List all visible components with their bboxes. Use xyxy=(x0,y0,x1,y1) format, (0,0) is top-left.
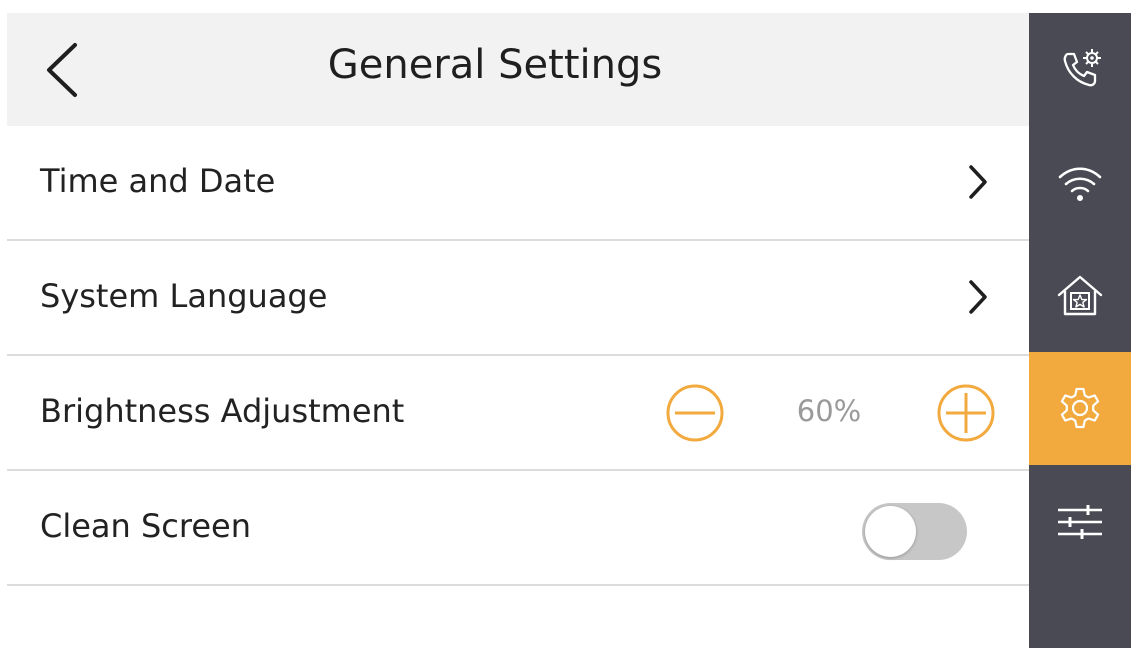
sidebar-item-settings[interactable] xyxy=(1029,352,1131,465)
sliders-icon xyxy=(1058,504,1102,539)
chevron-right-icon xyxy=(969,280,987,314)
call-settings-icon xyxy=(1063,48,1101,86)
sidebar-item-home[interactable] xyxy=(1029,239,1131,352)
brightness-value: 60% xyxy=(796,394,862,428)
sidebar-item-network[interactable] xyxy=(1029,126,1131,239)
minus-circle-icon xyxy=(666,384,724,442)
row-system-language[interactable]: System Language xyxy=(7,241,1029,356)
home-star-icon xyxy=(1057,275,1103,315)
brightness-decrease-button[interactable] xyxy=(665,383,725,443)
chevron-right-icon xyxy=(969,165,987,199)
sidebar xyxy=(1029,13,1131,648)
sidebar-item-advanced[interactable] xyxy=(1029,465,1131,578)
row-label: Clean Screen xyxy=(40,507,251,545)
settings-panel: General Settings Time and Date System La… xyxy=(7,13,1029,648)
row-time-and-date[interactable]: Time and Date xyxy=(7,126,1029,241)
page-title: General Settings xyxy=(327,42,663,88)
gear-icon xyxy=(1060,387,1100,428)
row-brightness-adjustment: Brightness Adjustment 60% xyxy=(7,356,1029,471)
header-bar: General Settings xyxy=(7,13,1029,126)
row-clean-screen: Clean Screen xyxy=(7,471,1029,586)
toggle-knob xyxy=(865,506,916,557)
sidebar-item-call-settings[interactable] xyxy=(1029,13,1131,126)
row-label: Brightness Adjustment xyxy=(40,392,405,430)
brightness-increase-button[interactable] xyxy=(936,383,996,443)
plus-circle-icon xyxy=(937,384,995,442)
row-label: System Language xyxy=(40,277,328,315)
row-label: Time and Date xyxy=(40,162,276,200)
wifi-icon xyxy=(1058,166,1102,201)
clean-screen-toggle[interactable] xyxy=(862,503,967,560)
